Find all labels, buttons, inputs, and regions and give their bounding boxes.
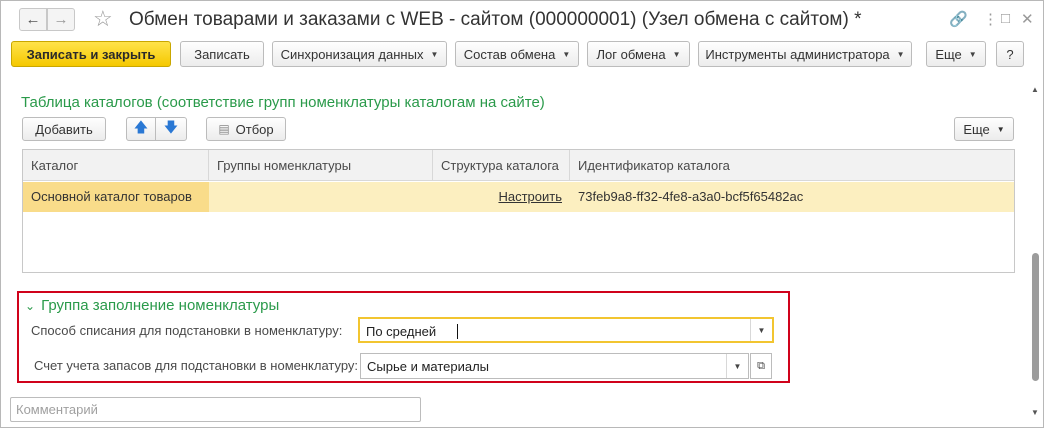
sync-label: Синхронизация данных (280, 46, 424, 62)
cell-groups[interactable] (209, 182, 433, 212)
chevron-down-icon[interactable]: ▼ (726, 354, 748, 378)
text-cursor (457, 324, 458, 339)
help-label: ? (1006, 46, 1014, 62)
save-and-close-label: Записать и закрыть (26, 46, 156, 62)
exchange-composition-button[interactable]: Состав обмена ▼ (455, 41, 579, 67)
chevron-down-icon: ▼ (430, 49, 439, 59)
column-header-catalog[interactable]: Каталог (23, 150, 209, 181)
inventory-account-label: Счет учета запасов для подстановки в ном… (34, 358, 359, 373)
minimize-icon[interactable]: □ (1001, 10, 1010, 27)
chevron-down-icon: ▼ (896, 49, 905, 59)
command-bar: Записать и закрыть Записать Синхронизаци… (1, 41, 1043, 69)
move-down-button[interactable]: 🡇 (155, 117, 187, 141)
filter-icon: ▤ (218, 122, 230, 136)
arrow-right-icon: → (53, 11, 69, 28)
add-label: Добавить (35, 121, 93, 137)
arrow-left-icon: ← (25, 11, 41, 28)
open-account-button[interactable]: ⧉ (750, 353, 772, 379)
form-window: ← → ☆ Обмен товарами и заказами с WEB - … (0, 0, 1044, 428)
chevron-down-icon: ▼ (562, 49, 571, 59)
filter-label: Отбор (235, 121, 274, 137)
help-button[interactable]: ? (996, 41, 1024, 67)
chevron-down-icon: ▼ (968, 49, 977, 59)
window-title: Обмен товарами и заказами с WEB - сайтом… (129, 9, 862, 30)
catalogs-table[interactable]: Каталог Группы номенклатуры Структура ка… (22, 149, 1015, 273)
more-button[interactable]: Еще ▼ (926, 41, 986, 67)
chevron-down-icon[interactable]: ▼ (750, 319, 772, 341)
cell-catalog[interactable]: Основной каталог товаров (23, 182, 209, 212)
close-icon[interactable]: ✕ (1021, 10, 1034, 28)
write-off-method-value: По средней (366, 324, 437, 339)
exchange-log-button[interactable]: Лог обмена ▼ (587, 41, 690, 67)
chevron-down-icon: ▼ (672, 49, 681, 59)
forward-button[interactable]: → (47, 8, 75, 31)
log-label: Лог обмена (596, 46, 666, 62)
scroll-up-icon[interactable]: ▲ (1031, 85, 1039, 94)
link-icon[interactable]: 🔗 (949, 10, 968, 28)
configure-structure-link[interactable]: Настроить (433, 182, 570, 212)
nomenclature-group-title: Группа заполнение номенклатуры (41, 297, 280, 314)
table-header: Каталог Группы номенклатуры Структура ка… (23, 150, 1014, 181)
save-button[interactable]: Записать (180, 41, 264, 67)
save-and-close-button[interactable]: Записать и закрыть (11, 41, 171, 67)
inventory-account-field[interactable]: Сырье и материалы ▼ (360, 353, 749, 379)
arrow-up-icon: 🡅 (133, 119, 149, 135)
filter-button[interactable]: ▤ Отбор (206, 117, 286, 141)
sync-data-button[interactable]: Синхронизация данных ▼ (272, 41, 447, 67)
more-label: Еще (935, 46, 962, 62)
move-up-button[interactable]: 🡅 (126, 117, 156, 141)
more-vertical-icon[interactable]: ⋮ (983, 10, 998, 28)
catalogs-more-label: Еще (963, 121, 990, 137)
chevron-down-icon: ▼ (996, 124, 1005, 134)
title-bar: ← → ☆ Обмен товарами и заказами с WEB - … (1, 1, 1043, 37)
save-label: Записать (194, 46, 250, 62)
column-header-groups[interactable]: Группы номенклатуры (209, 150, 433, 181)
cell-catalog-id[interactable]: 73feb9a8-ff32-4fe8-a3a0-bcf5f65482ac (570, 182, 1014, 212)
write-off-method-field[interactable]: По средней ▼ (358, 317, 774, 343)
scroll-down-icon[interactable]: ▼ (1031, 408, 1039, 417)
admin-tools-button[interactable]: Инструменты администратора ▼ (698, 41, 912, 67)
chevron-down-icon: ⌄ (25, 299, 36, 313)
catalogs-section-title: Таблица каталогов (соответствие групп но… (21, 94, 545, 111)
catalogs-more-button[interactable]: Еще ▼ (954, 117, 1014, 141)
arrow-down-icon: 🡇 (163, 119, 179, 135)
back-button[interactable]: ← (19, 8, 47, 31)
nomenclature-group-header[interactable]: ⌄ Группа заполнение номенклатуры (25, 297, 279, 314)
scroll-thumb[interactable] (1032, 253, 1039, 381)
table-row[interactable]: Основной каталог товаров Настроить 73feb… (23, 182, 1014, 212)
write-off-method-label: Способ списания для подстановки в номенк… (31, 323, 343, 338)
comment-input[interactable] (10, 397, 421, 422)
composition-label: Состав обмена (463, 46, 556, 62)
vertical-scrollbar[interactable]: ▲ ▼ (1030, 81, 1042, 421)
add-button[interactable]: Добавить (22, 117, 106, 141)
column-header-structure[interactable]: Структура каталога (433, 150, 570, 181)
column-header-id[interactable]: Идентификатор каталога (570, 150, 1014, 181)
open-icon: ⧉ (757, 359, 765, 372)
star-icon[interactable]: ☆ (93, 6, 113, 32)
inventory-account-value: Сырье и материалы (367, 359, 490, 374)
admin-tools-label: Инструменты администратора (705, 46, 890, 62)
